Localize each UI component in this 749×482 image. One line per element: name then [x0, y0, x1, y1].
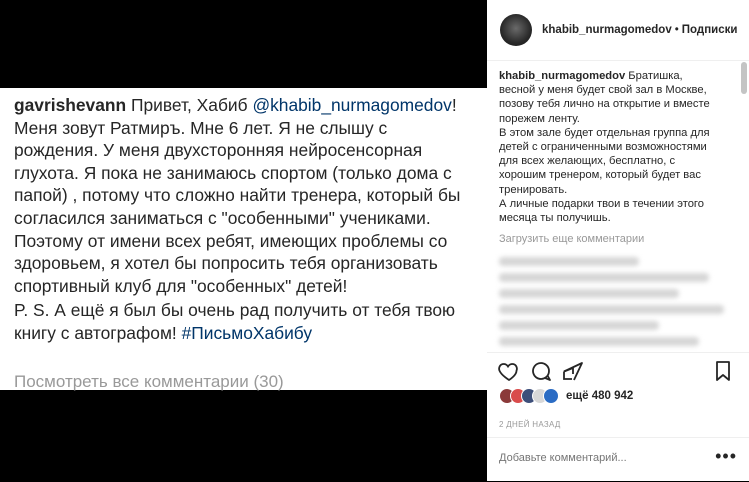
blurred-line [499, 257, 639, 266]
more-options-icon[interactable]: ••• [715, 446, 737, 467]
add-comment-bar: ••• [487, 437, 749, 482]
liker-avatar [543, 388, 559, 404]
share-icon[interactable] [561, 359, 585, 383]
bookmark-icon[interactable] [711, 359, 735, 383]
post-view-all-comments: Посмотреть все комментарии (30) [14, 372, 284, 391]
comments-scrollbar[interactable] [741, 62, 747, 94]
action-bar [487, 352, 749, 385]
post-header: khabib_nurmagomedov • Подписки [487, 0, 749, 61]
caption-line-1: khabib_nurmagomedov Братишка, весной у м… [499, 69, 721, 126]
comment-icon[interactable] [529, 359, 553, 383]
header-username[interactable]: khabib_nurmagomedov [542, 24, 672, 36]
heart-icon[interactable] [497, 359, 521, 383]
blurred-line [499, 273, 709, 282]
post-mention: @khabib_nurmagomedov [252, 95, 452, 115]
blurred-line [499, 321, 659, 330]
caption: khabib_nurmagomedov Братишка, весной у м… [499, 69, 721, 225]
avatar[interactable] [500, 14, 532, 46]
post-image-card: gavrishevann Привет, Хабиб @khabib_nurma… [0, 88, 487, 391]
caption-username[interactable]: khabib_nurmagomedov [499, 70, 625, 82]
blurred-line [499, 337, 699, 346]
post-hashtag: #ПисьмоХабибу [181, 322, 313, 343]
follow-button[interactable]: Подписки [682, 24, 738, 36]
likes-count[interactable]: ещё 480 942 [566, 390, 633, 402]
load-more-comments[interactable]: Загрузить еще комментарии [499, 233, 644, 245]
blurred-line [499, 305, 724, 314]
post-author: gavrishevann [14, 95, 127, 115]
post-image-text: gavrishevann Привет, Хабиб @khabib_nurma… [14, 94, 474, 345]
blurred-line [499, 289, 679, 298]
post-timestamp: 2 ДНЕЙ НАЗАД [499, 420, 561, 429]
post-image-area: gavrishevann Привет, Хабиб @khabib_nurma… [0, 0, 487, 481]
add-comment-input[interactable] [499, 452, 699, 464]
header-dot: • [674, 24, 679, 36]
post-greeting: Привет, Хабиб [126, 95, 248, 115]
sidebar: khabib_nurmagomedov • Подписки khabib_nu… [487, 0, 749, 481]
caption-text-2: В этом зале будет отдельная группа для д… [499, 126, 710, 196]
post-ps: P. S. А ещё я был бы очень рад получить … [14, 299, 474, 344]
post-message: gavrishevann Привет, Хабиб @khabib_nurma… [14, 94, 474, 297]
post-body: ! Меня зовут Ратмиръ. Мне 6 лет. Я не сл… [14, 95, 461, 296]
likes-row[interactable]: ещё 480 942 [499, 388, 633, 404]
comments-section: khabib_nurmagomedov Братишка, весной у м… [487, 61, 749, 351]
caption-text-3: А личные подарки твои в течении этого ме… [499, 197, 704, 225]
